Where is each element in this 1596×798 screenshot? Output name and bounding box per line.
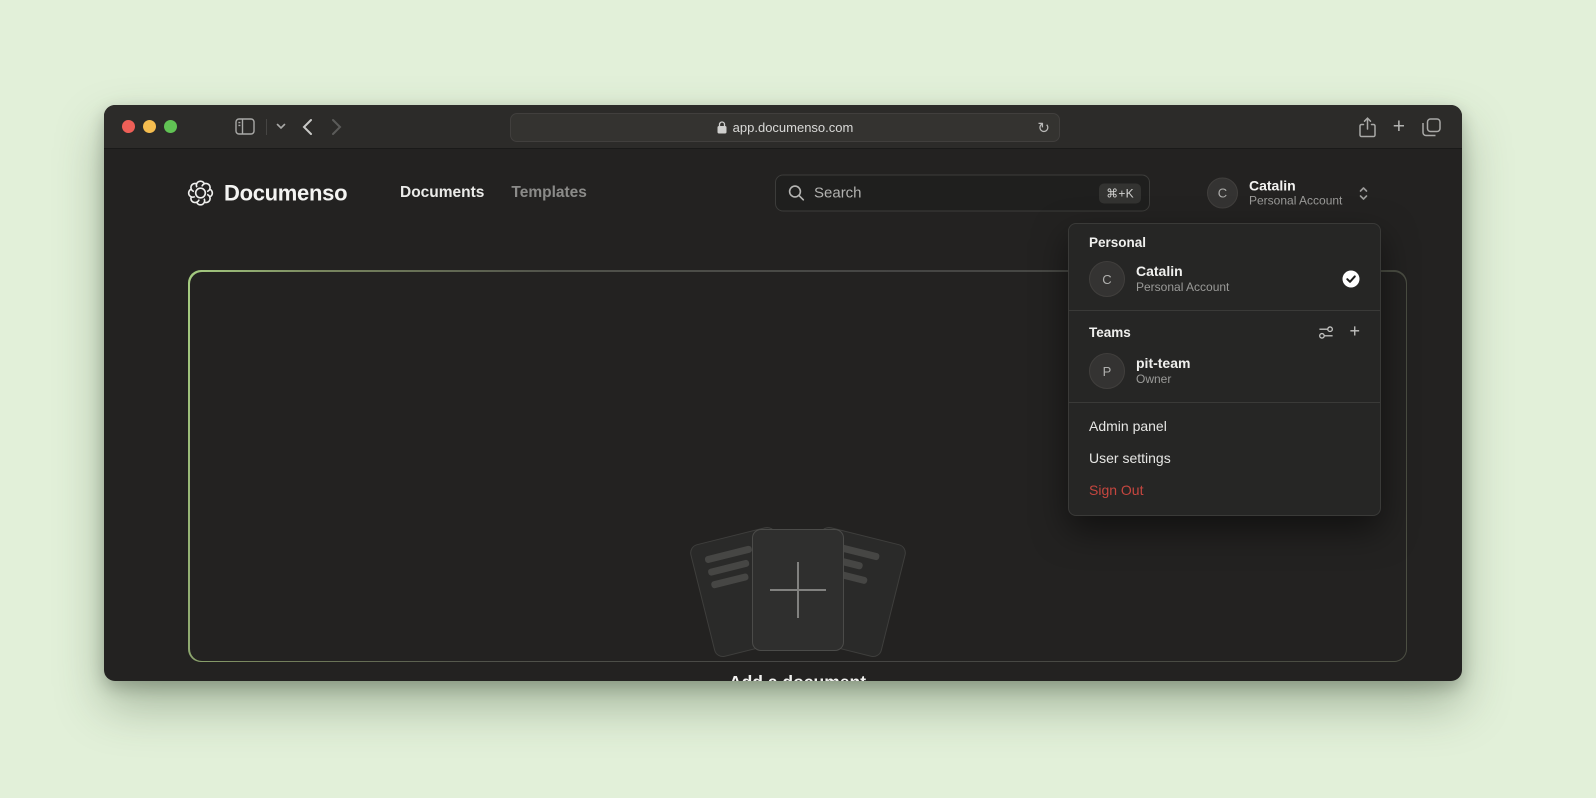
- lock-icon: [717, 121, 727, 134]
- team-name: pit-team: [1136, 355, 1190, 372]
- zoom-window-button[interactable]: [164, 120, 177, 133]
- toolbar-separator: [266, 119, 267, 135]
- tab-overview-icon[interactable]: [1422, 118, 1441, 137]
- manage-teams-icon[interactable]: [1318, 325, 1334, 340]
- personal-account-name: Catalin: [1136, 263, 1229, 280]
- create-team-icon[interactable]: +: [1349, 322, 1360, 342]
- account-type: Personal Account: [1249, 194, 1342, 209]
- avatar: C: [1207, 178, 1238, 209]
- personal-section-label: Personal: [1089, 235, 1360, 250]
- traffic-lights: [122, 120, 177, 133]
- minimize-window-button[interactable]: [143, 120, 156, 133]
- address-text: app.documenso.com: [733, 120, 854, 135]
- close-window-button[interactable]: [122, 120, 135, 133]
- selected-check-icon: [1342, 270, 1360, 288]
- menu-section-personal: Personal C Catalin Personal Account: [1069, 224, 1380, 310]
- reload-icon[interactable]: ↻: [1037, 119, 1050, 137]
- main-nav: Documents Templates: [400, 184, 587, 202]
- nav-item-templates[interactable]: Templates: [511, 184, 587, 202]
- team-row[interactable]: P pit-team Owner: [1089, 353, 1360, 389]
- back-button[interactable]: [302, 118, 313, 136]
- dropzone-content: Add a document Drag & drop your PDF here…: [638, 529, 958, 682]
- search-shortcut-badge: ⌘+K: [1099, 183, 1141, 203]
- brand-wordmark: Documenso: [224, 180, 347, 206]
- menu-item-sign-out[interactable]: Sign Out: [1069, 474, 1380, 506]
- avatar: C: [1089, 261, 1125, 297]
- menu-section-teams: Teams + P pit-team Owner: [1069, 311, 1380, 402]
- account-menu: Personal C Catalin Personal Account Team…: [1068, 223, 1381, 516]
- browser-window: app.documenso.com ↻ +: [104, 105, 1462, 681]
- menu-item-admin-panel[interactable]: Admin panel: [1069, 410, 1380, 442]
- forward-button[interactable]: [331, 118, 342, 136]
- brand[interactable]: Documenso: [187, 180, 347, 207]
- sidebar-toggle-icon[interactable]: [235, 118, 255, 135]
- account-switcher[interactable]: C Catalin Personal Account: [1207, 178, 1370, 209]
- chevron-up-down-icon: [1357, 185, 1370, 201]
- nav-item-documents[interactable]: Documents: [400, 184, 484, 202]
- documenso-logo-icon: [187, 180, 214, 207]
- menu-items: Admin panel User settings Sign Out: [1069, 403, 1380, 515]
- search-icon: [788, 185, 805, 202]
- search-box[interactable]: ⌘+K: [775, 175, 1150, 212]
- personal-account-subtitle: Personal Account: [1136, 280, 1229, 295]
- team-role: Owner: [1136, 372, 1190, 387]
- document-card-center: [752, 529, 844, 651]
- search-input[interactable]: [814, 185, 1090, 202]
- account-name: Catalin: [1249, 178, 1342, 194]
- share-icon[interactable]: [1359, 117, 1376, 138]
- document-cards-illustration: [683, 529, 913, 655]
- personal-account-row[interactable]: C Catalin Personal Account: [1089, 261, 1360, 297]
- plus-icon: [770, 562, 826, 618]
- dropzone-title: Add a document: [638, 672, 958, 682]
- address-bar[interactable]: app.documenso.com ↻: [510, 113, 1060, 142]
- sidebar-options-chevron-icon[interactable]: [276, 123, 286, 130]
- menu-item-user-settings[interactable]: User settings: [1069, 442, 1380, 474]
- team-avatar: P: [1089, 353, 1125, 389]
- browser-toolbar: app.documenso.com ↻ +: [104, 105, 1462, 149]
- teams-section-label: Teams: [1089, 325, 1131, 340]
- new-tab-icon[interactable]: +: [1393, 116, 1405, 139]
